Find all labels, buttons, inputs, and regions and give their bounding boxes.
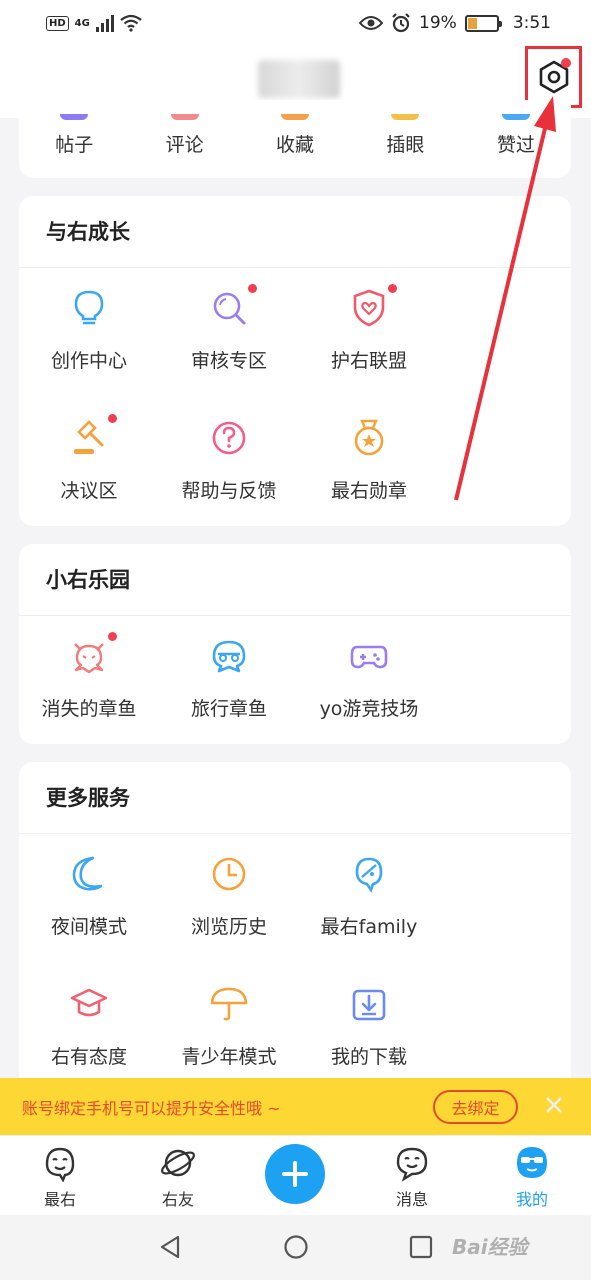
tab-label: 右友	[161, 1190, 194, 1209]
tab-label: 最右	[43, 1190, 76, 1209]
bind-phone-banner: 账号绑定手机号可以提升安全性哦 ~ 去绑定	[0, 1078, 591, 1135]
tab-label: 我的	[515, 1190, 548, 1209]
tab-me[interactable]: 我的	[492, 1136, 572, 1216]
tab-messages[interactable]: 消息	[372, 1136, 452, 1216]
message-icon	[396, 1147, 428, 1182]
bottom-tab-bar: 最右 右友 消息 我的	[0, 1135, 591, 1215]
me-icon	[517, 1147, 547, 1178]
bind-button[interactable]: 去绑定	[433, 1090, 518, 1124]
banner-message: 账号绑定手机号可以提升安全性哦 ~	[22, 1098, 281, 1118]
close-icon[interactable]	[541, 1092, 567, 1118]
system-nav-bar: Bai经验	[0, 1215, 591, 1280]
recents-icon[interactable]	[407, 1233, 435, 1261]
planet-icon	[161, 1149, 195, 1177]
home-icon[interactable]	[282, 1233, 310, 1261]
back-icon[interactable]	[156, 1233, 184, 1261]
tab-friends[interactable]: 右友	[138, 1136, 218, 1216]
post-button[interactable]	[265, 1144, 325, 1204]
face-icon	[45, 1147, 75, 1182]
baidu-watermark: Bai经验	[452, 1235, 528, 1259]
plus-icon	[282, 1161, 308, 1187]
tab-label: 消息	[395, 1190, 428, 1209]
tab-home[interactable]: 最右	[20, 1136, 100, 1216]
